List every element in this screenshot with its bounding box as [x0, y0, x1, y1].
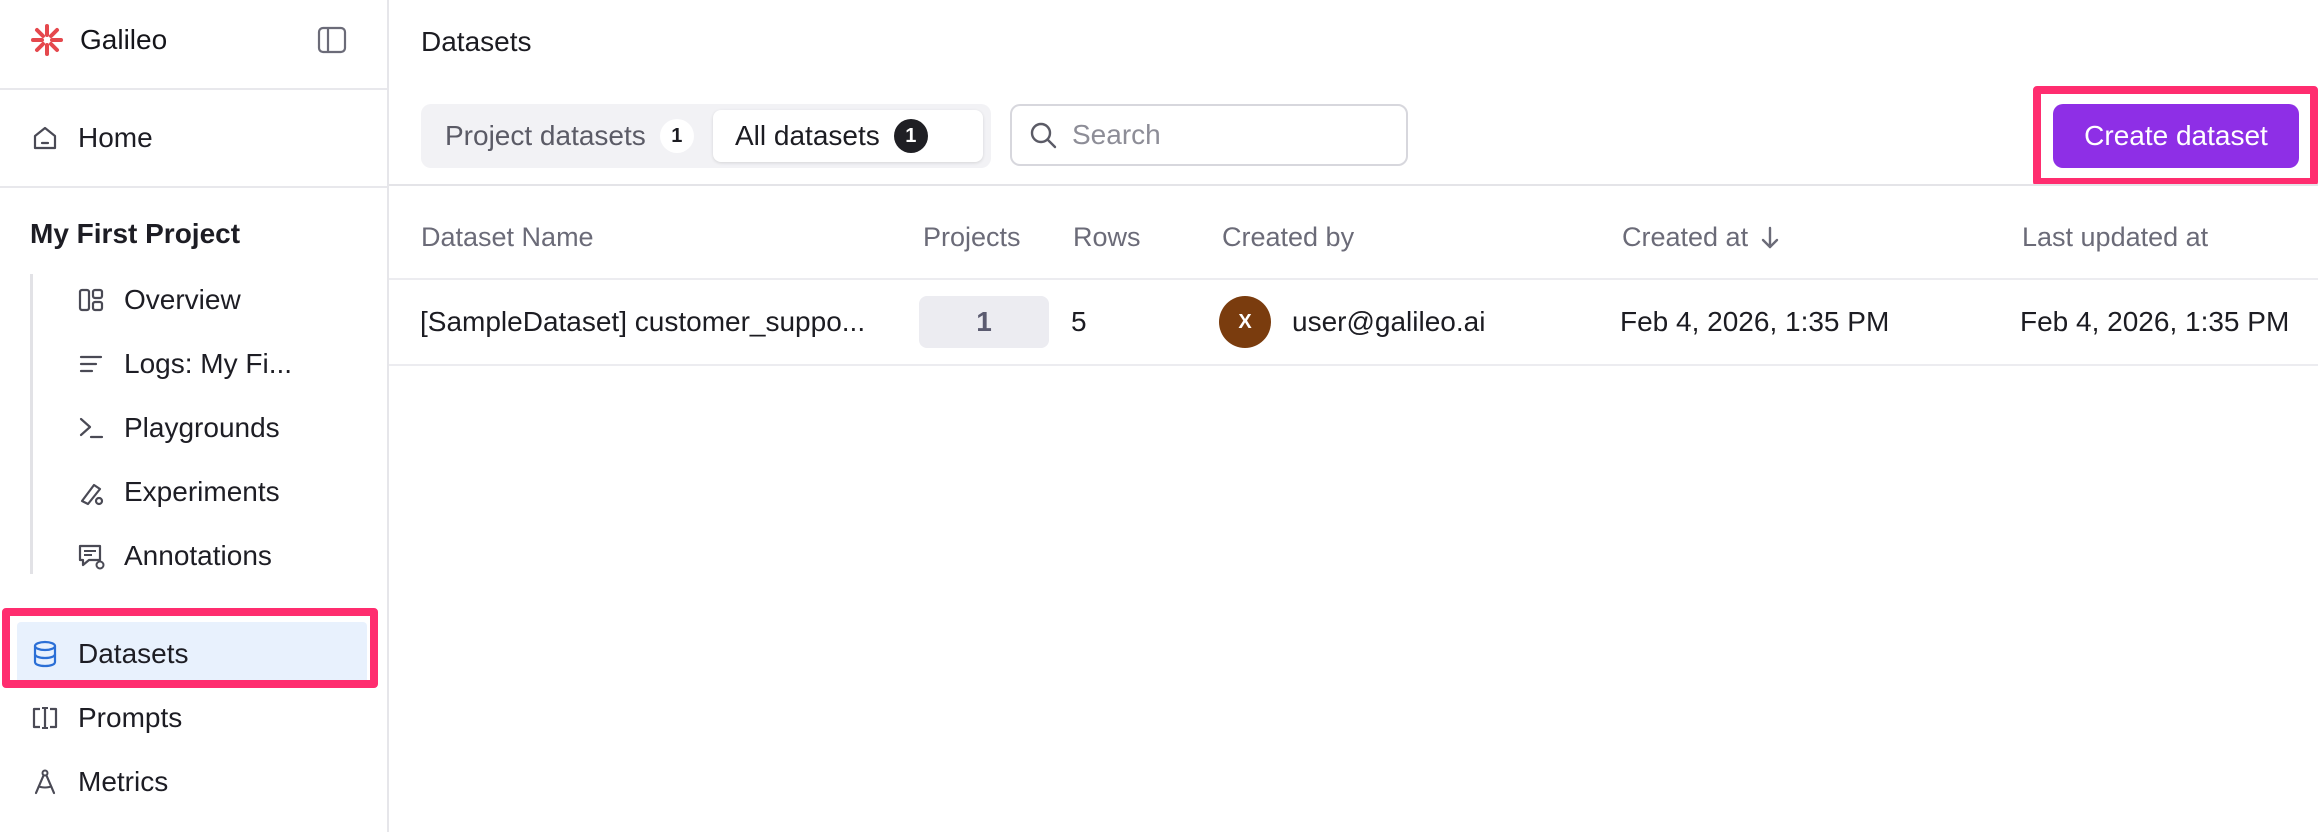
prompt-icon: [30, 703, 60, 733]
overview-icon: [76, 285, 106, 315]
brand[interactable]: Galileo: [30, 22, 167, 58]
metrics-icon: [30, 767, 60, 797]
sidebar-item-experiments[interactable]: Experiments: [76, 462, 280, 522]
tab-count-badge: 1: [893, 119, 928, 153]
updated-at-cell: Feb 4, 2026, 1:35 PM: [2020, 306, 2290, 337]
column-header-created-by[interactable]: Created by: [1222, 222, 1354, 253]
sidebar-item-label: Experiments: [124, 476, 280, 507]
dataset-name-cell[interactable]: [SampleDataset] customer_suppo...: [420, 304, 865, 340]
sidebar-item-label: Home: [78, 122, 153, 153]
sidebar-item-label: Overview: [124, 284, 241, 315]
table-row-divider: [389, 364, 2318, 366]
sidebar-divider: [0, 186, 387, 188]
tab-project-datasets[interactable]: Project datasets 1: [429, 110, 704, 162]
sidebar-item-overview[interactable]: Overview: [76, 270, 241, 330]
column-header-rows[interactable]: Rows: [1073, 222, 1141, 253]
rows-count-cell: 5: [1071, 306, 1087, 337]
sidebar-item-label: Annotations: [124, 540, 272, 571]
highlight-box: [2, 608, 378, 688]
sidebar-divider: [0, 88, 387, 90]
sidebar-item-label: Metrics: [78, 766, 169, 797]
sidebar-item-label: Prompts: [78, 702, 183, 733]
tab-label: Project datasets: [445, 120, 646, 151]
tab-label: All datasets: [735, 120, 880, 151]
sort-descending-icon: [1758, 225, 1782, 251]
sidebar-item-label: Playgrounds: [124, 412, 280, 443]
tab-count-badge: 1: [659, 119, 694, 153]
column-header-created-at[interactable]: Created at: [1622, 222, 1782, 253]
column-header-projects[interactable]: Projects: [923, 222, 1021, 253]
project-tree-line: [30, 274, 33, 574]
search-box[interactable]: [1010, 104, 1408, 166]
main-content: Datasets Project datasets 1 All datasets…: [389, 0, 2318, 832]
sidebar: Galileo Home My First Project Overview L…: [0, 0, 389, 832]
brand-name: Galileo: [80, 24, 168, 55]
avatar: X: [1219, 296, 1271, 348]
sidebar-item-annotations[interactable]: Annotations: [76, 526, 272, 586]
galileo-logo-icon: [30, 23, 64, 57]
sidebar-item-playgrounds[interactable]: Playgrounds: [76, 398, 280, 458]
search-input[interactable]: [1070, 118, 1394, 152]
annotation-icon: [76, 541, 106, 571]
project-title[interactable]: My First Project: [30, 218, 240, 250]
created-at-cell: Feb 4, 2026, 1:35 PM: [1620, 306, 1890, 337]
column-header-label: Created at: [1622, 222, 1749, 252]
dataset-tabs: Project datasets 1 All datasets 1: [421, 104, 991, 168]
sidebar-item-logs[interactable]: Logs: My Fi...: [76, 334, 292, 394]
sidebar-item-prompts[interactable]: Prompts: [30, 688, 182, 748]
home-icon: [30, 123, 60, 153]
search-icon: [1028, 120, 1058, 150]
experiment-icon: [76, 477, 106, 507]
page-title: Datasets: [421, 26, 532, 57]
playground-icon: [76, 413, 106, 443]
sidebar-toggle-icon[interactable]: [316, 24, 348, 56]
table-header-divider: [389, 278, 2318, 280]
create-dataset-button[interactable]: Create dataset: [2053, 104, 2299, 168]
sidebar-item-metrics[interactable]: Metrics: [30, 752, 168, 812]
tab-all-datasets[interactable]: All datasets 1: [713, 110, 983, 162]
sidebar-item-label: Logs: My Fi...: [124, 348, 293, 379]
sidebar-item-home[interactable]: Home: [30, 108, 153, 168]
column-header-last-updated-at[interactable]: Last updated at: [2022, 222, 2208, 253]
column-header-dataset-name[interactable]: Dataset Name: [421, 222, 594, 253]
logs-icon: [76, 349, 106, 379]
toolbar-divider: [389, 184, 2318, 186]
created-by-cell: user@galileo.ai: [1292, 306, 1486, 337]
projects-count-badge[interactable]: 1: [919, 296, 1049, 348]
